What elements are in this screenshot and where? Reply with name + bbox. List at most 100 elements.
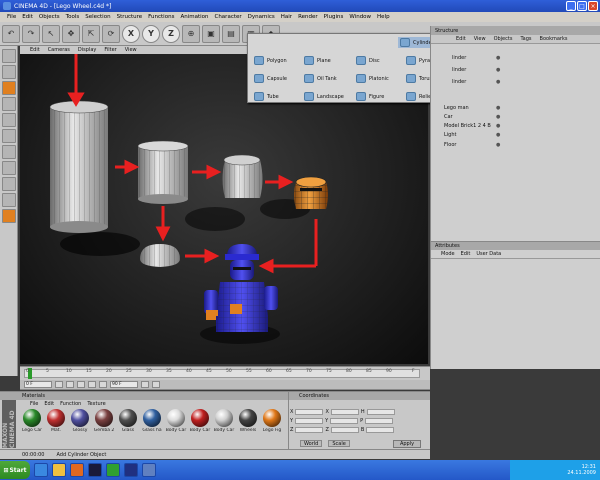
menu-item-torus[interactable]: Torus [406, 74, 432, 83]
viewport-menu-view[interactable]: View [121, 47, 141, 53]
keyframe-icon[interactable] [152, 381, 160, 388]
grid-icon[interactable] [1, 145, 16, 159]
maximize-icon[interactable]: □ [577, 1, 587, 11]
menu-file[interactable]: File [4, 14, 19, 20]
world-select[interactable]: World [300, 440, 323, 447]
objects-menu-bookmarks[interactable]: Bookmarks [537, 36, 571, 42]
menu-functions[interactable]: Functions [145, 14, 177, 20]
workplane-icon[interactable] [1, 193, 16, 207]
goto-start-icon[interactable] [55, 381, 63, 388]
explorer-icon[interactable] [52, 463, 66, 477]
next-frame-icon[interactable] [88, 381, 96, 388]
attributes-menu-edit[interactable]: Edit [461, 251, 471, 257]
material-swatch[interactable]: Mat. [44, 409, 68, 437]
close-icon[interactable]: × [588, 1, 598, 11]
select-icon[interactable]: ↖ [42, 24, 60, 43]
object-row[interactable]: Model Brick1 2 4 B ● [432, 122, 598, 130]
rot-p-input[interactable] [365, 418, 394, 424]
attributes-menu-user-data[interactable]: User Data [476, 251, 501, 257]
play-icon[interactable] [77, 381, 85, 388]
objects-menu-tags[interactable]: Tags [517, 36, 534, 42]
materials-menu-texture[interactable]: Texture [87, 401, 105, 407]
size-z-input[interactable] [330, 427, 359, 433]
texture-mode-icon[interactable] [1, 65, 16, 79]
axis-x-button[interactable]: X [122, 24, 140, 43]
ie-icon[interactable] [34, 463, 48, 477]
menu-structure[interactable]: Structure [114, 14, 146, 20]
frame-end-field[interactable]: 90 F [110, 381, 138, 388]
prev-frame-icon[interactable] [66, 381, 74, 388]
timeline-track[interactable] [24, 369, 420, 378]
cinema4d-task-icon[interactable] [124, 463, 138, 477]
axis-z-button[interactable]: Z [162, 24, 180, 43]
viewport-menu-filter[interactable]: Filter [100, 47, 120, 53]
objects-menu-edit[interactable]: Edit [453, 36, 469, 42]
render-picture-icon[interactable]: ▤ [222, 24, 240, 43]
material-swatch[interactable]: Lego Fig [260, 409, 284, 437]
attributes-menu-mode[interactable]: Mode [441, 251, 455, 257]
menu-character[interactable]: Character [211, 14, 244, 20]
polygons-mode-icon[interactable] [1, 129, 16, 143]
record-icon[interactable] [141, 381, 149, 388]
menu-item-plane[interactable]: Plane [304, 56, 331, 65]
objects-menu-objects[interactable]: Objects [491, 36, 516, 42]
object-row[interactable]: Floor ● [432, 141, 598, 149]
material-swatch[interactable]: Glossy [68, 409, 92, 437]
frame-start-field[interactable]: 0 F [24, 381, 52, 388]
points-mode-icon[interactable] [1, 97, 16, 111]
model-mode-icon[interactable] [1, 49, 16, 63]
object-row[interactable]: linder ● [432, 66, 598, 74]
apply-button[interactable]: Apply [393, 440, 421, 448]
object-row[interactable]: Light ● [432, 131, 598, 139]
menu-objects[interactable]: Objects [36, 14, 63, 20]
menu-item-platonic[interactable]: Platonic [356, 74, 389, 83]
menu-plugins[interactable]: Plugins [321, 14, 347, 20]
menu-hair[interactable]: Hair [278, 14, 295, 20]
size-x-input[interactable] [330, 409, 359, 415]
pos-y-input[interactable] [295, 418, 324, 424]
material-swatch[interactable]: Glass [116, 409, 140, 437]
pos-z-input[interactable] [295, 427, 324, 433]
image-viewer-icon[interactable] [142, 463, 156, 477]
rot-h-input[interactable] [366, 409, 395, 415]
viewport-menu-edit[interactable]: Edit [26, 47, 44, 53]
menu-item-polygon[interactable]: Polygon [254, 56, 287, 65]
viewport-menu-display[interactable]: Display [74, 47, 100, 53]
menu-item-disc[interactable]: Disc [356, 56, 380, 65]
coord-system-icon[interactable]: ⊕ [182, 24, 200, 43]
menu-item-capsule[interactable]: Capsule [254, 74, 287, 83]
rot-b-input[interactable] [366, 427, 395, 433]
size-y-input[interactable] [330, 418, 359, 424]
menu-item-landscape[interactable]: Landscape [304, 92, 344, 101]
menu-window[interactable]: Window [346, 14, 374, 20]
messenger-icon[interactable] [106, 463, 120, 477]
axis-y-button[interactable]: Y [142, 24, 160, 43]
material-swatch[interactable]: Glass ha [140, 409, 164, 437]
checker-icon[interactable] [1, 177, 16, 191]
media-player-icon[interactable] [70, 463, 84, 477]
menu-selection[interactable]: Selection [82, 14, 113, 20]
materials-menu-file[interactable]: File [30, 401, 38, 407]
menu-animation[interactable]: Animation [177, 14, 211, 20]
pos-x-input[interactable] [295, 409, 324, 415]
material-swatch[interactable]: Gemba 2 [92, 409, 116, 437]
viewport-menu-cameras[interactable]: Cameras [44, 47, 74, 53]
rotate-icon[interactable]: ⟳ [102, 24, 120, 43]
object-row[interactable]: linder ● [432, 54, 598, 62]
object-row[interactable]: Car ● [432, 113, 598, 121]
object-row[interactable]: Lego man ● [432, 104, 598, 112]
menu-tools[interactable]: Tools [63, 14, 83, 20]
scale-icon[interactable]: ⇱ [82, 24, 100, 43]
material-swatch[interactable]: Lego Car [20, 409, 44, 437]
start-button[interactable]: ⊞ Start [0, 461, 30, 479]
menu-help[interactable]: Help [374, 14, 393, 20]
menu-dynamics[interactable]: Dynamics [245, 14, 278, 20]
menu-render[interactable]: Render [295, 14, 321, 20]
edges-mode-icon[interactable] [1, 113, 16, 127]
snap-icon[interactable] [1, 161, 16, 175]
object-mode-icon[interactable] [1, 81, 16, 95]
object-row[interactable]: linder ● [432, 78, 598, 86]
material-swatch[interactable]: Body Car [164, 409, 188, 437]
material-swatch[interactable]: Wheels [236, 409, 260, 437]
menu-item-tube[interactable]: Tube [254, 92, 279, 101]
